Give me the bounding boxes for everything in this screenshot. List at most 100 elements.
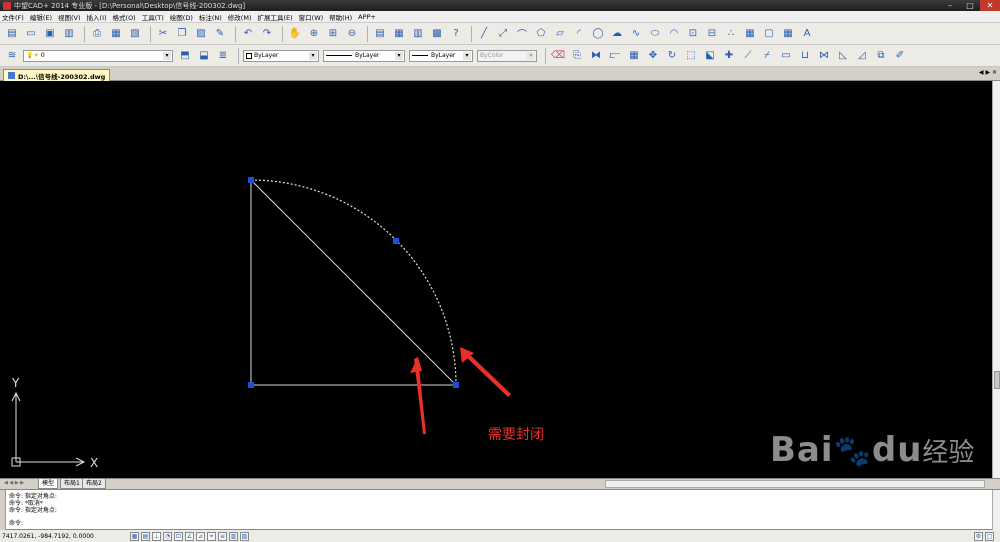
fillet-icon[interactable]: ◺ <box>835 48 851 64</box>
workspace-icon[interactable]: ⚙ <box>974 532 983 541</box>
undo-icon[interactable]: ↶ <box>240 26 256 42</box>
layout-tab-navigation[interactable]: ◀ ◀ ▶ ▶ <box>4 480 24 486</box>
help-icon[interactable]: ? <box>448 26 464 42</box>
polyline-icon[interactable]: ⌒ <box>514 26 530 42</box>
offset-icon[interactable]: ⫍ <box>607 48 623 64</box>
pan-icon[interactable]: ✋ <box>287 26 303 42</box>
menu-view[interactable]: 视图(V) <box>58 12 81 22</box>
erase-icon[interactable]: ⌫ <box>550 48 566 64</box>
design-center-icon[interactable]: ▦ <box>391 26 407 42</box>
lineweight-combo[interactable]: ByLayer ▾ <box>409 49 473 62</box>
make-block-icon[interactable]: ⊟ <box>704 26 720 42</box>
close-button[interactable]: ✕ <box>980 0 1000 11</box>
rectangle-icon[interactable]: ▱ <box>552 26 568 42</box>
layer-manager-icon[interactable]: ≋ <box>4 48 20 64</box>
arc-start-grip[interactable] <box>248 177 254 183</box>
region-icon[interactable]: ▢ <box>761 26 777 42</box>
redo-icon[interactable]: ↷ <box>259 26 275 42</box>
calculator-icon[interactable]: ▩ <box>429 26 445 42</box>
corner-grip[interactable] <box>248 382 254 388</box>
osnap-icon[interactable]: ⊡ <box>174 531 183 541</box>
properties-icon[interactable]: ▤ <box>372 26 388 42</box>
new-file-icon[interactable]: ▤ <box>4 26 20 42</box>
layer-states-icon[interactable]: ≣ <box>215 48 231 64</box>
rotate-icon[interactable]: ↻ <box>664 48 680 64</box>
layer-previous-icon[interactable]: ⬓ <box>196 48 212 64</box>
align-icon[interactable]: ⧉ <box>873 48 889 64</box>
document-tab[interactable]: D:\...\信号线-200302.dwg <box>3 69 111 81</box>
revision-cloud-icon[interactable]: ☁ <box>609 26 625 42</box>
extend-icon[interactable]: ⟋ <box>740 48 756 64</box>
maximize-button[interactable]: □ <box>960 0 980 11</box>
grid-icon[interactable]: ▤ <box>141 531 150 541</box>
command-prompt[interactable]: 命令: <box>9 520 23 527</box>
zoom-realtime-icon[interactable]: ⊕ <box>306 26 322 42</box>
command-window-grip[interactable] <box>0 490 6 530</box>
menu-draw[interactable]: 绘图(D) <box>170 12 193 22</box>
otrack-icon[interactable]: ∠ <box>185 531 194 541</box>
move-icon[interactable]: ✥ <box>645 48 661 64</box>
stretch-icon[interactable]: ⬕ <box>702 48 718 64</box>
dyn-icon[interactable]: ⌖ <box>207 531 216 541</box>
scale-icon[interactable]: ⬚ <box>683 48 699 64</box>
menu-edit[interactable]: 编辑(E) <box>30 12 52 22</box>
tool-palette-icon[interactable]: ▥ <box>410 26 426 42</box>
snap-icon[interactable]: ▦ <box>130 531 139 541</box>
copy-object-icon[interactable]: ⎘ <box>569 48 585 64</box>
menu-app[interactable]: APP+ <box>358 13 376 21</box>
circle-icon[interactable]: ◯ <box>590 26 606 42</box>
horizontal-scrollbar[interactable] <box>605 480 985 488</box>
ortho-icon[interactable]: ⊥ <box>152 531 161 541</box>
command-scrollbar[interactable] <box>992 490 1000 530</box>
arc-end-grip[interactable] <box>453 382 459 388</box>
menu-window[interactable]: 窗口(W) <box>299 12 324 22</box>
zoom-previous-icon[interactable]: ⊖ <box>344 26 360 42</box>
lineweight-toggle-icon[interactable]: ≡ <box>218 531 227 541</box>
ellipse-arc-icon[interactable]: ◠ <box>666 26 682 42</box>
polar-icon[interactable]: ◔ <box>163 531 172 541</box>
vertical-scrollbar[interactable] <box>992 81 1000 478</box>
join-icon[interactable]: ⊔ <box>797 48 813 64</box>
multiline-text-icon[interactable]: A <box>799 26 815 42</box>
copy-icon[interactable]: ❐ <box>174 26 190 42</box>
arc-mid-grip[interactable] <box>393 238 399 244</box>
mirror-icon[interactable]: ⧓ <box>588 48 604 64</box>
line-icon[interactable]: ╱ <box>476 26 492 42</box>
print-preview-icon[interactable]: ▦ <box>108 26 124 42</box>
open-file-icon[interactable]: ▭ <box>23 26 39 42</box>
qp-icon[interactable]: ▧ <box>240 531 249 541</box>
match-properties-icon[interactable]: ✎ <box>212 26 228 42</box>
explode-icon[interactable]: ◿ <box>854 48 870 64</box>
hatch-icon[interactable]: ▦ <box>742 26 758 42</box>
cut-icon[interactable]: ✂ <box>155 26 171 42</box>
zoom-window-icon[interactable]: ⊞ <box>325 26 341 42</box>
tab-model[interactable]: 模型 <box>38 479 59 489</box>
drawing-svg[interactable]: 需要封闭 Y X <box>0 81 992 478</box>
menu-modify[interactable]: 修改(M) <box>228 12 252 22</box>
menu-insert[interactable]: 插入(I) <box>87 12 107 22</box>
save-as-icon[interactable]: ▥ <box>61 26 77 42</box>
make-layer-current-icon[interactable]: ⬒ <box>177 48 193 64</box>
trim-icon[interactable]: ✚ <box>721 48 737 64</box>
drawing-canvas[interactable]: 需要封闭 Y X <box>0 81 992 478</box>
save-icon[interactable]: ▣ <box>42 26 58 42</box>
diagonal-line[interactable] <box>250 179 457 386</box>
color-combo[interactable]: ByLayer ▾ <box>243 49 319 62</box>
scroll-thumb[interactable] <box>994 371 1000 389</box>
point-icon[interactable]: ∴ <box>723 26 739 42</box>
tab-navigation[interactable]: ◀ ▶ ✕ <box>979 69 997 76</box>
construction-line-icon[interactable]: ⤢ <box>495 26 511 42</box>
array-icon[interactable]: ▦ <box>626 48 642 64</box>
edit-icon[interactable]: ✐ <box>892 48 908 64</box>
polygon-icon[interactable]: ⬠ <box>533 26 549 42</box>
table-icon[interactable]: ▦ <box>780 26 796 42</box>
break-at-point-icon[interactable]: ⌿ <box>759 48 775 64</box>
minimize-button[interactable]: – <box>940 0 960 11</box>
paste-icon[interactable]: ▨ <box>193 26 209 42</box>
chamfer-icon[interactable]: ⋈ <box>816 48 832 64</box>
print-icon[interactable]: ⎙ <box>89 26 105 42</box>
menu-file[interactable]: 文件(F) <box>2 12 24 22</box>
ducs-icon[interactable]: ⊿ <box>196 531 205 541</box>
menu-tools[interactable]: 工具(T) <box>142 12 164 22</box>
linetype-combo[interactable]: ByLayer ▾ <box>323 49 405 62</box>
